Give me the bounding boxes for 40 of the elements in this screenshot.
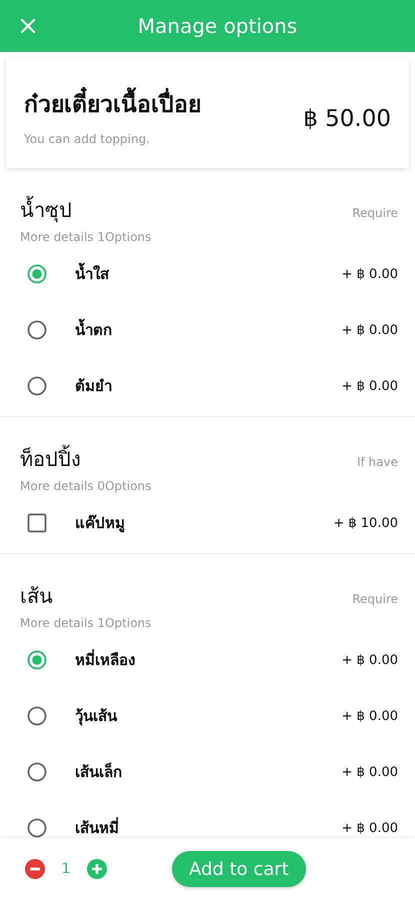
option-label: หมี่เหลือง [75,648,136,671]
item-price: ฿ 50.00 [303,106,391,132]
radio-button[interactable] [27,320,47,340]
group-details: More details 0Options [19,478,152,495]
option-label: วุ้นเส้น [75,706,118,728]
checkbox[interactable] [27,513,47,533]
requirement-label: Require [352,592,398,606]
radio-button[interactable] [27,264,47,284]
option-price: + ฿ 0.00 [342,820,398,836]
option-price: + ฿ 0.00 [342,266,398,282]
group-title: เส้น [20,583,54,610]
radio-button[interactable] [27,762,47,782]
requirement-label: If have [356,455,398,469]
option-price: + ฿ 0.00 [342,764,398,780]
option-label: แค๊ปหมู [75,513,126,534]
option-price: + ฿ 0.00 [342,708,398,724]
option-price: + ฿ 0.00 [342,378,398,394]
group-details: More details 1Options [19,229,152,246]
item-description: You can add topping. [24,132,151,146]
group-title: น้ำซุป [20,194,352,226]
radio-button[interactable] [27,650,47,670]
window-title: Manage options [136,14,298,38]
item-name: ก๋วยเตี๋ยวเนื้อเปื่อย [24,86,304,122]
option-price: + ฿ 0.00 [342,652,398,668]
add-to-cart-button[interactable]: Add to cart [172,851,306,887]
group-title: ท็อปปิ้ง [20,443,357,475]
requirement-label: Require [352,206,398,220]
group-details: More details 1Options [19,615,152,632]
radio-button[interactable] [27,818,47,838]
option-label: เส้นหมี่ [75,816,120,838]
radio-button[interactable] [27,706,47,726]
option-label: เส้นเล็ก [75,762,123,783]
minus-icon[interactable] [25,859,45,879]
radio-button[interactable] [27,376,47,396]
option-price: + ฿ 10.00 [333,516,398,530]
option-label: ต้มยำ [75,376,113,397]
option-price: + ฿ 0.00 [342,322,398,338]
option-label: น้ำตก [75,318,342,342]
option-label: น้ำใส [75,262,342,286]
quantity-value: 1 [60,861,72,877]
